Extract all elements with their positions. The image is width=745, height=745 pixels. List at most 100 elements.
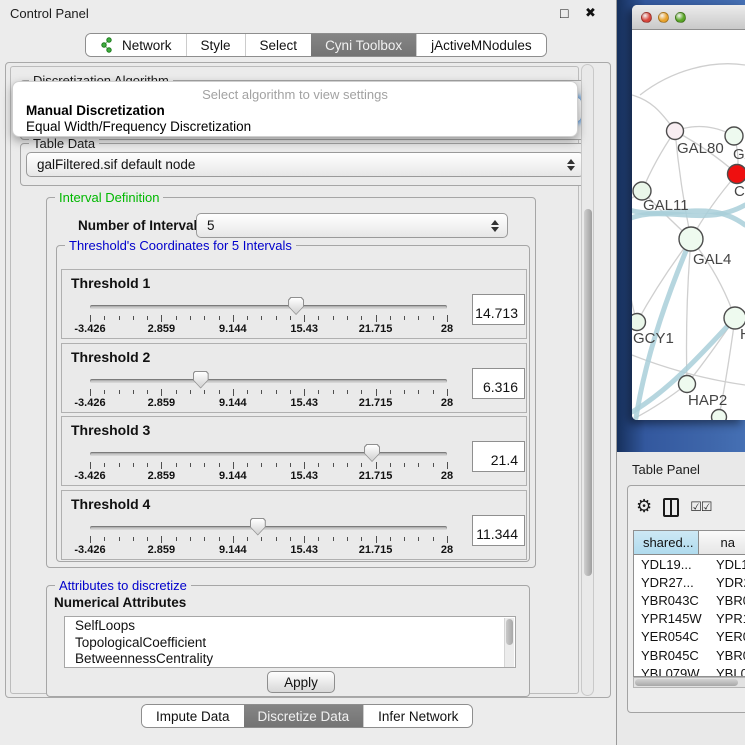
slider-tick xyxy=(161,462,162,469)
attributes-scrollbar[interactable] xyxy=(504,618,514,668)
float-window-icon[interactable]: □ xyxy=(560,5,568,21)
tab-style[interactable]: Style xyxy=(186,34,245,56)
table-row[interactable]: YBL079WYBL0 xyxy=(634,664,745,677)
slider-tick xyxy=(247,463,248,467)
num-intervals-label: Number of Intervals xyxy=(78,218,205,233)
minimize-traffic-light[interactable] xyxy=(658,12,669,23)
network-node[interactable] xyxy=(679,227,703,251)
node-label: C xyxy=(734,183,745,200)
threshold-slider-track[interactable] xyxy=(90,379,447,383)
node-label: GA xyxy=(733,146,745,163)
network-node[interactable] xyxy=(632,314,646,331)
table-row[interactable]: YER054CYER0 xyxy=(634,628,745,646)
slider-tick-label: 28 xyxy=(422,544,472,556)
gear-icon[interactable]: ⚙ xyxy=(636,497,652,517)
slider-tick xyxy=(190,463,191,467)
num-intervals-spinner[interactable]: 5 xyxy=(196,213,508,238)
thresholds-group: Threshold's Coordinates for 5 Intervals … xyxy=(56,245,530,562)
table-row[interactable]: YPR145WYPR1 xyxy=(634,610,745,628)
slider-tick xyxy=(404,463,405,467)
close-traffic-light[interactable] xyxy=(641,12,652,23)
table-row[interactable]: YBR045CYBR0 xyxy=(634,646,745,664)
threshold-label: Threshold 4 xyxy=(71,496,150,512)
threshold-slider-thumb[interactable] xyxy=(364,444,380,462)
network-node[interactable] xyxy=(679,376,696,393)
slider-tick xyxy=(119,316,120,320)
slider-tick xyxy=(404,316,405,320)
slider-tick xyxy=(433,463,434,467)
threshold-slider-track[interactable] xyxy=(90,526,447,530)
attributes-group-title: Attributes to discretize xyxy=(55,578,191,593)
network-node[interactable] xyxy=(667,123,684,140)
threshold-value-field[interactable] xyxy=(472,368,525,399)
column-header-name[interactable]: na xyxy=(699,531,745,555)
slider-tick xyxy=(333,537,334,541)
slider-tick xyxy=(447,536,448,543)
control-panel-titlebar: Control Panel □ ✖ xyxy=(0,0,617,28)
threshold-value-field[interactable] xyxy=(472,515,525,546)
close-icon[interactable]: ✖ xyxy=(585,5,596,21)
slider-tick xyxy=(318,316,319,320)
table-row[interactable]: YDL19...YDL1 xyxy=(634,555,745,573)
threshold-slider-track[interactable] xyxy=(90,452,447,456)
slider-tick xyxy=(176,463,177,467)
tab-jactivemnodules[interactable]: jActiveMNodules xyxy=(416,34,546,56)
network-node[interactable] xyxy=(712,410,727,421)
attribute-list-item[interactable]: BetweennessCentrality xyxy=(65,650,515,667)
table-row[interactable]: YBR043CYBR0 xyxy=(634,591,745,609)
slider-tick xyxy=(347,463,348,467)
slider-tick xyxy=(233,389,234,396)
table-data-combobox[interactable]: galFiltered.sif default node xyxy=(26,152,584,177)
main-scrollbar[interactable] xyxy=(581,64,594,696)
checkbox-icon[interactable]: ☑☑ xyxy=(690,500,711,515)
threshold-value-field[interactable] xyxy=(472,441,525,472)
tab-discretize-data[interactable]: Discretize Data xyxy=(244,705,364,727)
attributes-scrollbar-thumb[interactable] xyxy=(506,619,513,645)
slider-tick xyxy=(418,316,419,320)
network-node[interactable] xyxy=(728,165,745,184)
tab-select[interactable]: Select xyxy=(245,34,312,56)
tab-infer-network[interactable]: Infer Network xyxy=(363,705,472,727)
slider-tick xyxy=(147,316,148,320)
threshold-slider-thumb[interactable] xyxy=(288,297,304,315)
column-header-shared[interactable]: shared... xyxy=(634,531,699,555)
attribute-list-item[interactable]: TopologicalCoefficient xyxy=(65,634,515,651)
threshold-value-field[interactable] xyxy=(472,294,525,325)
network-node[interactable] xyxy=(725,127,743,145)
table-panel: Table Panel ⚙ ☑☑ shared... na YDL19...YD… xyxy=(617,452,745,745)
slider-tick-label: 9.144 xyxy=(208,544,258,556)
slider-tick xyxy=(119,390,120,394)
slider-tick xyxy=(333,463,334,467)
zoom-traffic-light[interactable] xyxy=(675,12,686,23)
threshold-panel: Threshold 1 -3.4262.8599.14415.4321.7152… xyxy=(61,269,527,339)
tab-impute-data[interactable]: Impute Data xyxy=(142,705,244,727)
dropdown-item-manual-discretization[interactable]: Manual Discretization xyxy=(26,103,165,118)
window-title: Control Panel xyxy=(10,6,89,21)
table-hscrollbar-thumb[interactable] xyxy=(635,679,738,686)
tab-cyni-toolbox[interactable]: Cyni Toolbox xyxy=(311,34,416,56)
slider-tick-label: 15.43 xyxy=(279,544,329,556)
table-horizontal-scrollbar[interactable] xyxy=(633,677,745,688)
attribute-list-item[interactable]: SelfLoops xyxy=(65,617,515,634)
slider-tick xyxy=(204,316,205,320)
dropdown-item-equal-width-frequency[interactable]: Equal Width/Frequency Discretization xyxy=(26,119,251,134)
threshold-slider-track[interactable] xyxy=(90,305,447,309)
numerical-attributes-list[interactable]: SelfLoopsTopologicalCoefficientBetweenne… xyxy=(64,616,516,668)
tab-network[interactable]: Network xyxy=(86,34,186,56)
slider-tick xyxy=(190,390,191,394)
threshold-panel: Threshold 3 -3.4262.8599.14415.4321.7152… xyxy=(61,416,527,486)
threshold-label: Threshold 2 xyxy=(71,349,150,365)
table-row[interactable]: YDR27...YDR2 xyxy=(634,573,745,591)
threshold-slider-thumb[interactable] xyxy=(250,518,266,536)
slider-tick xyxy=(90,389,91,396)
split-columns-icon[interactable] xyxy=(663,498,679,517)
apply-button[interactable]: Apply xyxy=(267,671,335,693)
table-rows: YDL19...YDL1YDR27...YDR2YBR043CYBR0YPR14… xyxy=(634,555,745,677)
slider-tick xyxy=(418,537,419,541)
threshold-slider-thumb[interactable] xyxy=(193,371,209,389)
main-scrollbar-thumb[interactable] xyxy=(584,209,592,576)
node-label: GAL4 xyxy=(693,251,731,268)
node-table[interactable]: shared... na YDL19...YDL1YDR27...YDR2YBR… xyxy=(633,530,745,677)
network-canvas[interactable]: GAL80GACGAL11GAL4HGCY1HAP2 xyxy=(632,30,745,420)
slider-tick-label: 15.43 xyxy=(279,397,329,409)
